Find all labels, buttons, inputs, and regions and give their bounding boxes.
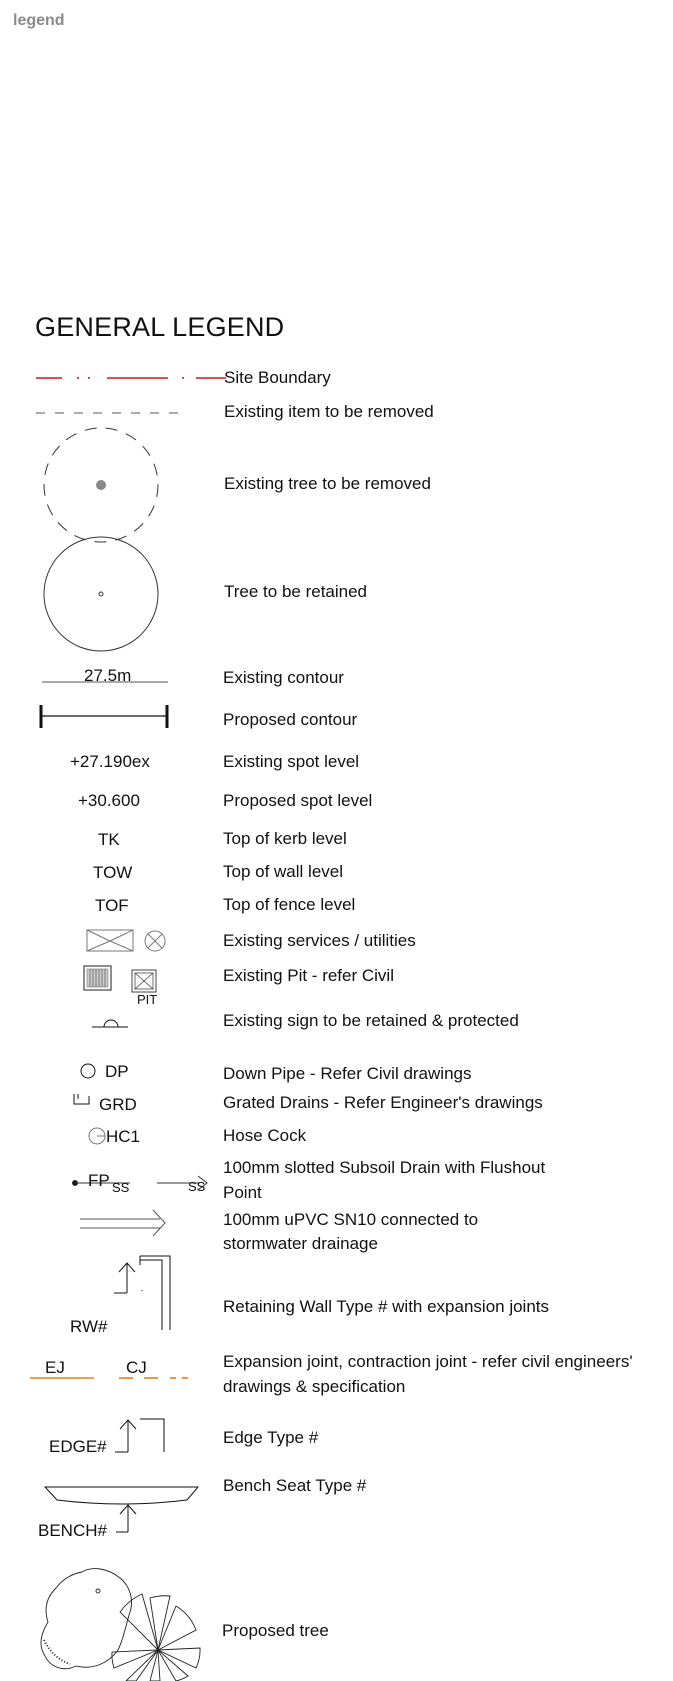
ej-code: EJ bbox=[45, 1358, 65, 1377]
label-top-of-fence: Top of fence level bbox=[223, 895, 356, 914]
label-top-of-kerb: Top of kerb level bbox=[223, 829, 347, 848]
edge-symbol bbox=[115, 1418, 165, 1453]
contour-value: 27.5m bbox=[84, 666, 132, 685]
label-tree-retained: Tree to be retained bbox=[224, 582, 368, 601]
label-edge-type: Edge Type # bbox=[223, 1428, 319, 1447]
tk-code: TK bbox=[98, 830, 120, 849]
fp-code: FP bbox=[88, 1171, 110, 1190]
label-existing-pit: Existing Pit - refer Civil bbox=[223, 966, 394, 985]
label-retaining-wall: Retaining Wall Type # with expansion joi… bbox=[223, 1297, 550, 1316]
ss-code-b: SS bbox=[188, 1179, 206, 1194]
label-upvc-line1: 100mm uPVC SN10 connected to bbox=[223, 1210, 479, 1229]
proposed-tree-symbol bbox=[40, 1568, 201, 1681]
spot-level-proposed: +30.600 bbox=[78, 791, 140, 810]
grated-drain-symbol bbox=[73, 1094, 90, 1105]
tof-code: TOF bbox=[95, 896, 129, 915]
rw-code: RW# bbox=[70, 1317, 108, 1336]
label-existing-spot-level: Existing spot level bbox=[223, 752, 360, 771]
upvc-pipe-symbol bbox=[80, 1209, 166, 1237]
label-existing-tree-removed: Existing tree to be removed bbox=[224, 474, 431, 493]
label-site-boundary: Site Boundary bbox=[224, 368, 331, 387]
proposed-contour-symbol bbox=[39, 705, 169, 728]
label-upvc-line2: stormwater drainage bbox=[223, 1234, 378, 1253]
tree-retained-symbol bbox=[43, 536, 159, 652]
services-symbol bbox=[86, 929, 166, 952]
cj-code: CJ bbox=[126, 1358, 147, 1377]
label-proposed-spot-level: Proposed spot level bbox=[223, 791, 373, 810]
label-existing-services: Existing services / utilities bbox=[223, 931, 416, 950]
hose-cock-symbol bbox=[88, 1127, 106, 1145]
label-proposed-contour: Proposed contour bbox=[223, 710, 358, 729]
grd-code: GRD bbox=[99, 1095, 137, 1114]
downpipe-symbol bbox=[80, 1063, 96, 1079]
pit-code: PIT bbox=[137, 992, 158, 1007]
label-existing-item-removed: Existing item to be removed bbox=[224, 402, 434, 421]
ss-code-a: SS bbox=[112, 1180, 130, 1195]
label-existing-contour: Existing contour bbox=[223, 668, 344, 687]
label-grated-drains: Grated Drains - Refer Engineer's drawing… bbox=[223, 1093, 543, 1112]
label-existing-sign: Existing sign to be retained & protected bbox=[223, 1011, 519, 1030]
spot-level-existing: +27.190ex bbox=[70, 752, 150, 771]
label-top-of-wall: Top of wall level bbox=[223, 862, 344, 881]
bench-code: BENCH# bbox=[38, 1521, 107, 1540]
edge-code: EDGE# bbox=[49, 1437, 107, 1456]
label-subsoil-drain-line2: Point bbox=[223, 1183, 262, 1202]
label-bench-seat: Bench Seat Type # bbox=[223, 1476, 367, 1495]
label-expansion-joint-line2: drawings & specification bbox=[223, 1377, 406, 1396]
label-subsoil-drain-line1: 100mm slotted Subsoil Drain with Flushou… bbox=[223, 1158, 546, 1177]
label-proposed-tree: Proposed tree bbox=[222, 1621, 329, 1640]
label-down-pipe: Down Pipe - Refer Civil drawings bbox=[223, 1064, 472, 1083]
tow-code: TOW bbox=[93, 863, 133, 882]
tree-removed-symbol bbox=[43, 427, 159, 543]
label-expansion-joint-line1: Expansion joint, contraction joint - ref… bbox=[223, 1352, 633, 1371]
sign-symbol bbox=[92, 1019, 128, 1028]
hc1-code: HC1 bbox=[106, 1127, 141, 1146]
dp-code: DP bbox=[105, 1062, 129, 1081]
label-hose-cock: Hose Cock bbox=[223, 1126, 307, 1145]
retaining-wall-symbol bbox=[114, 1255, 171, 1330]
